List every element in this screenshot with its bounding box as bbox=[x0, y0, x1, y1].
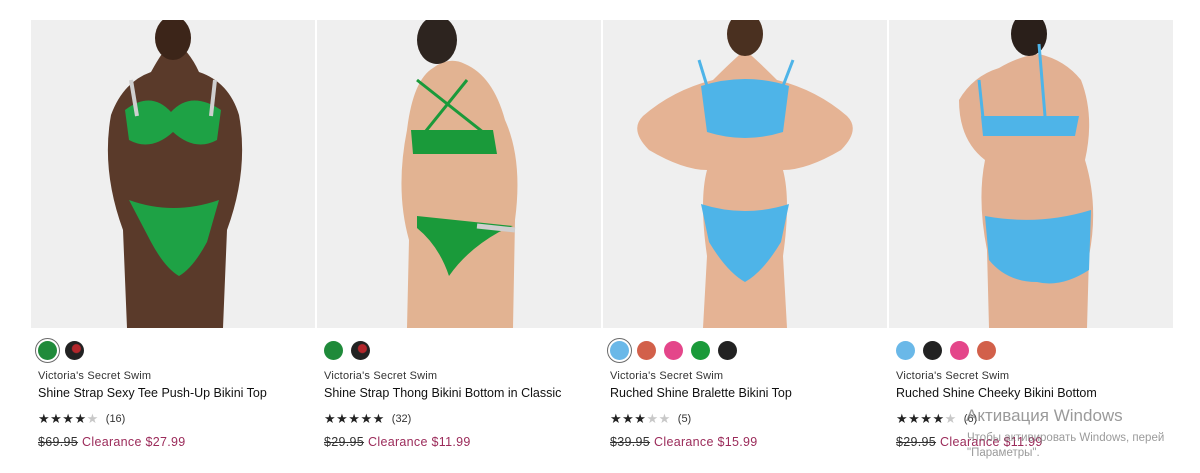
clearance-price: Clearance $27.99 bbox=[82, 435, 186, 449]
swatch-black[interactable] bbox=[718, 340, 737, 360]
product-price: $69.95 Clearance $27.99 bbox=[38, 435, 186, 449]
product-brand: Victoria's Secret Swim bbox=[610, 370, 724, 382]
star-rating-icon: ★★★★★ bbox=[610, 411, 671, 426]
original-price: $29.95 bbox=[324, 435, 365, 449]
product-card[interactable]: Victoria's Secret Swim Shine Strap Sexy … bbox=[31, 20, 315, 460]
review-count: (5) bbox=[677, 413, 692, 425]
original-price: $69.95 bbox=[38, 435, 79, 449]
swatch-rust[interactable] bbox=[637, 340, 656, 360]
product-rating[interactable]: ★★★★★ (6) bbox=[896, 411, 977, 427]
swatch-pink[interactable] bbox=[664, 340, 683, 360]
product-brand: Victoria's Secret Swim bbox=[324, 370, 438, 382]
product-brand: Victoria's Secret Swim bbox=[896, 370, 1010, 382]
product-card[interactable]: Victoria's Secret Swim Shine Strap Thong… bbox=[317, 20, 601, 460]
swatch-green[interactable] bbox=[35, 337, 60, 363]
product-card[interactable]: Victoria's Secret Swim Ruched Shine Chee… bbox=[889, 20, 1173, 460]
clearance-price: Clearance $11.99 bbox=[940, 435, 1043, 449]
product-price: $39.95 Clearance $15.99 bbox=[610, 435, 758, 449]
original-price: $29.95 bbox=[896, 435, 937, 449]
model-photo-blue-top bbox=[603, 20, 887, 328]
star-rating-icon: ★★★★★ bbox=[38, 411, 99, 426]
swatch-black[interactable] bbox=[923, 340, 942, 360]
product-image[interactable] bbox=[603, 20, 887, 328]
color-swatches bbox=[896, 339, 996, 361]
product-rating[interactable]: ★★★★★ (16) bbox=[38, 411, 125, 427]
color-swatches bbox=[324, 339, 370, 361]
product-image[interactable] bbox=[31, 20, 315, 328]
review-count: (6) bbox=[963, 413, 978, 425]
model-photo-green-bottom bbox=[317, 20, 601, 328]
swatch-pink[interactable] bbox=[950, 340, 969, 360]
product-name[interactable]: Ruched Shine Bralette Bikini Top bbox=[610, 386, 792, 400]
review-count: (32) bbox=[391, 413, 412, 425]
product-brand: Victoria's Secret Swim bbox=[38, 370, 152, 382]
swatch-sky-blue[interactable] bbox=[607, 337, 632, 363]
product-name[interactable]: Ruched Shine Cheeky Bikini Bottom bbox=[896, 386, 1097, 400]
model-photo-green-top bbox=[31, 20, 315, 328]
product-grid: Victoria's Secret Swim Shine Strap Sexy … bbox=[31, 20, 1174, 460]
product-price: $29.95 Clearance $11.99 bbox=[896, 435, 1043, 449]
star-rating-icon: ★★★★★ bbox=[324, 411, 385, 426]
star-rating-icon: ★★★★★ bbox=[896, 411, 957, 426]
swatch-green[interactable] bbox=[324, 340, 343, 360]
product-image[interactable] bbox=[317, 20, 601, 328]
original-price: $39.95 bbox=[610, 435, 651, 449]
swatch-black-floral[interactable] bbox=[351, 340, 370, 360]
clearance-price: Clearance $15.99 bbox=[654, 435, 758, 449]
swatch-sky-blue[interactable] bbox=[896, 340, 915, 360]
product-name[interactable]: Shine Strap Thong Bikini Bottom in Class… bbox=[324, 386, 561, 400]
product-name[interactable]: Shine Strap Sexy Tee Push-Up Bikini Top bbox=[38, 386, 267, 400]
swatch-black-floral[interactable] bbox=[65, 340, 84, 360]
color-swatches bbox=[607, 337, 737, 363]
color-swatches bbox=[35, 337, 84, 363]
product-image[interactable] bbox=[889, 20, 1173, 328]
product-rating[interactable]: ★★★★★ (32) bbox=[324, 411, 411, 427]
swatch-green[interactable] bbox=[691, 340, 710, 360]
swatch-rust[interactable] bbox=[977, 340, 996, 360]
clearance-price: Clearance $11.99 bbox=[368, 435, 471, 449]
product-card[interactable]: Victoria's Secret Swim Ruched Shine Bral… bbox=[603, 20, 887, 460]
review-count: (16) bbox=[105, 413, 126, 425]
product-price: $29.95 Clearance $11.99 bbox=[324, 435, 471, 449]
product-rating[interactable]: ★★★★★ (5) bbox=[610, 411, 691, 427]
model-photo-blue-bottom bbox=[889, 20, 1173, 328]
